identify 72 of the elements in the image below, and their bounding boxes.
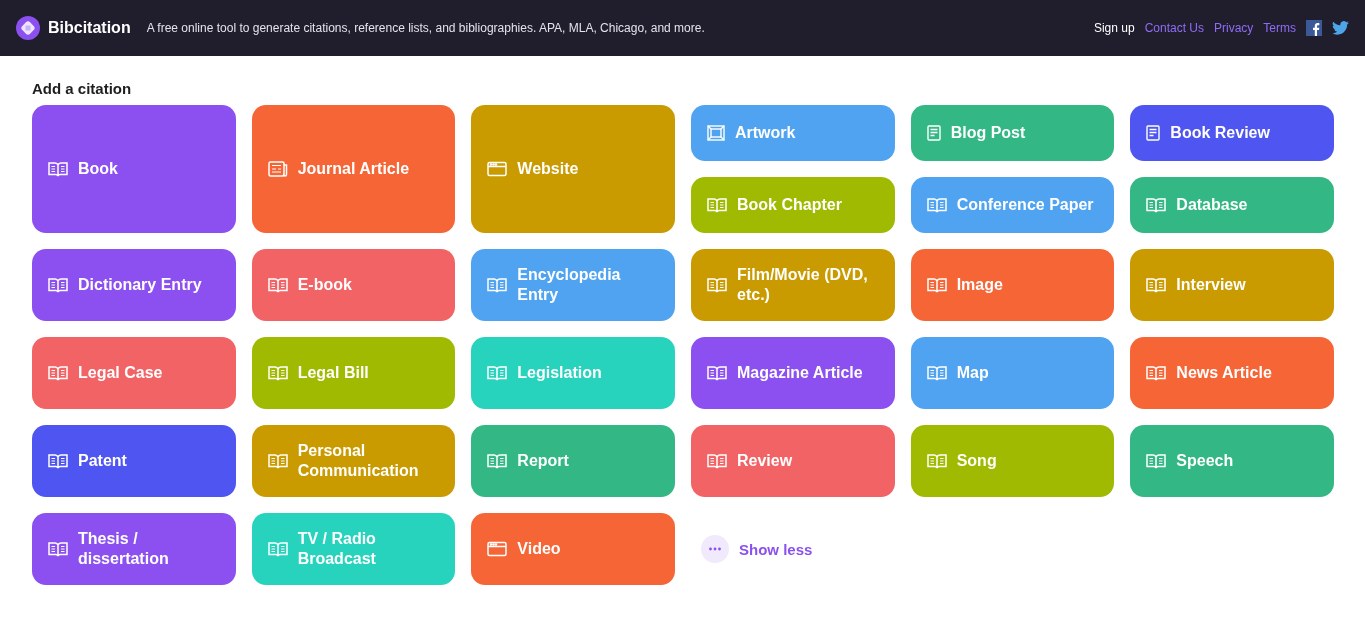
book-icon	[48, 541, 68, 557]
citation-type-button[interactable]: Image	[910, 249, 1115, 321]
citation-type-button[interactable]: Artwork	[691, 105, 895, 161]
browser-window-icon	[487, 541, 508, 557]
citation-type-button[interactable]: News Article	[1130, 337, 1334, 409]
show-less-button[interactable]: Show less	[691, 513, 895, 585]
citation-type-button[interactable]: Legal Case	[32, 337, 236, 409]
citation-type-button[interactable]: Personal Communication	[251, 425, 456, 497]
book-icon	[1146, 197, 1167, 213]
book-icon	[48, 277, 68, 293]
citation-type-button[interactable]: Encyclopedia Entry	[471, 249, 675, 321]
book-icon	[487, 277, 508, 293]
citation-type-button[interactable]: Conference Paper	[910, 177, 1115, 233]
logo-icon	[16, 16, 40, 40]
twitter-icon[interactable]	[1332, 21, 1349, 35]
book-icon	[707, 365, 727, 381]
document-icon	[1146, 125, 1161, 141]
book-icon	[1146, 365, 1167, 381]
book-icon	[267, 277, 288, 293]
citation-type-button[interactable]: Magazine Article	[691, 337, 895, 409]
document-icon	[926, 125, 941, 141]
citation-type-button[interactable]: E-book	[251, 249, 456, 321]
nav-link[interactable]: Terms	[1263, 21, 1296, 35]
book-icon	[707, 453, 727, 469]
book-icon	[48, 365, 68, 381]
nav-link[interactable]: Contact Us	[1144, 21, 1204, 35]
citation-type-button[interactable]: Patent	[32, 425, 236, 497]
book-icon	[926, 365, 947, 381]
citation-type-button[interactable]: Film/Movie (DVD, etc.)	[691, 249, 895, 321]
book-icon	[267, 365, 288, 381]
citation-type-button[interactable]: Dictionary Entry	[32, 249, 236, 321]
book-icon	[1146, 453, 1167, 469]
citation-type-button[interactable]: Map	[910, 337, 1115, 409]
citation-type-button[interactable]: Report	[471, 425, 675, 497]
book-icon	[926, 277, 947, 293]
citation-type-button[interactable]: Review	[691, 425, 895, 497]
newspaper-icon	[267, 161, 288, 177]
citation-type-button[interactable]: Database	[1130, 177, 1334, 233]
book-icon	[267, 453, 288, 469]
book-icon	[926, 453, 947, 469]
citation-type-button[interactable]: Video	[471, 513, 675, 585]
nav-link[interactable]: Privacy	[1214, 21, 1254, 35]
citation-type-button[interactable]: Blog Post	[910, 105, 1115, 161]
citation-type-button[interactable]: Legal Bill	[251, 337, 456, 409]
nav-link[interactable]: Sign up	[1093, 21, 1135, 35]
tagline: A free online tool to generate citations, reference lists, and bibliographies. APA, MLA, Chicago, and more.	[146, 21, 705, 35]
book-icon	[267, 541, 288, 557]
section-title: Add a citation	[32, 80, 133, 97]
citation-type-button[interactable]: Legislation	[471, 337, 675, 409]
citation-type-button[interactable]: Journal Article	[251, 105, 456, 233]
book-icon	[487, 453, 508, 469]
book-icon	[487, 365, 508, 381]
book-icon	[707, 277, 727, 293]
citation-type-button[interactable]: Thesis / dissertation	[32, 513, 236, 585]
book-icon	[926, 197, 947, 213]
book-icon	[48, 161, 68, 177]
book-icon	[707, 197, 727, 213]
book-icon	[1146, 277, 1167, 293]
brand-name[interactable]: Bibcitation	[48, 19, 131, 37]
citation-type-button[interactable]: TV / Radio Broadcast	[251, 513, 456, 585]
book-icon	[48, 453, 68, 469]
citation-type-button[interactable]: Song	[910, 425, 1115, 497]
citation-type-button[interactable]: Website	[471, 105, 675, 233]
citation-type-button[interactable]: Book	[32, 105, 236, 233]
facebook-icon[interactable]	[1306, 20, 1322, 36]
citation-type-button[interactable]: Book Chapter	[691, 177, 895, 233]
citation-type-button[interactable]: Interview	[1130, 249, 1334, 321]
picture-frame-icon	[707, 125, 725, 141]
citation-type-button[interactable]: Speech	[1130, 425, 1334, 497]
citation-type-button[interactable]: Book Review	[1130, 105, 1334, 161]
more-icon	[701, 535, 729, 563]
browser-window-icon	[487, 161, 508, 177]
